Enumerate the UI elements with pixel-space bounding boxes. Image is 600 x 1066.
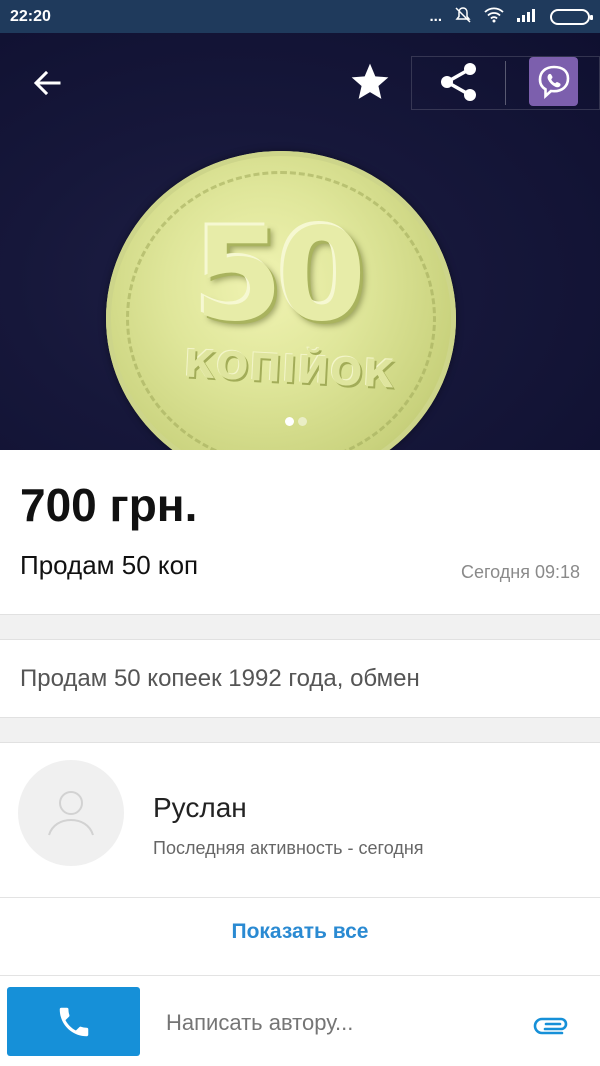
- avatar[interactable]: [18, 760, 124, 866]
- back-button[interactable]: [22, 58, 72, 108]
- coin-denomination: 50: [194, 201, 366, 350]
- call-button[interactable]: [7, 987, 140, 1056]
- viber-icon: [538, 65, 569, 99]
- section-separator: [0, 717, 600, 743]
- star-icon: [351, 63, 389, 99]
- wifi-icon: [484, 7, 504, 27]
- listing-title: Продам 50 коп: [20, 550, 199, 580]
- divider: [0, 897, 600, 898]
- viber-share-button[interactable]: [529, 57, 578, 106]
- paperclip-icon: [533, 1017, 568, 1035]
- more-dots: ...: [429, 8, 442, 25]
- user-placeholder-icon: [48, 791, 94, 836]
- listing-price: 700 грн.: [20, 479, 198, 531]
- status-bar: 22:20 ...: [0, 0, 600, 33]
- battery-icon: [550, 8, 593, 25]
- favorite-button[interactable]: [344, 56, 396, 108]
- gallery-dot[interactable]: [298, 417, 307, 426]
- share-icon: [441, 63, 476, 101]
- seller-last-activity: Последняя активность - сегодня: [153, 838, 424, 858]
- gallery-pagination: [285, 417, 307, 426]
- coin-photo: 50 КОПІЙОК: [106, 151, 456, 450]
- toolbar-divider: [505, 61, 506, 105]
- phone-icon: [59, 1007, 88, 1036]
- top-toolbar: [0, 33, 600, 128]
- mute-icon: [454, 6, 472, 28]
- listing-description: Продам 50 копеек 1992 года, обмен: [20, 665, 420, 692]
- bottom-action-bar: [0, 976, 600, 1066]
- listing-photo-gallery[interactable]: 50 КОПІЙОК: [0, 33, 600, 450]
- share-button[interactable]: [433, 56, 485, 108]
- attach-button[interactable]: [532, 1004, 572, 1044]
- seller-name[interactable]: Руслан: [153, 792, 247, 824]
- listing-date: Сегодня 09:18: [460, 562, 580, 582]
- gallery-dot-active[interactable]: [285, 417, 294, 426]
- message-input[interactable]: [166, 1010, 496, 1036]
- section-separator: [0, 614, 600, 640]
- back-arrow-icon: [33, 70, 61, 96]
- signal-icon: [516, 8, 538, 26]
- status-time: 22:20: [10, 7, 51, 25]
- show-all-button[interactable]: Показать все: [0, 920, 600, 944]
- status-icons: ...: [429, 6, 593, 28]
